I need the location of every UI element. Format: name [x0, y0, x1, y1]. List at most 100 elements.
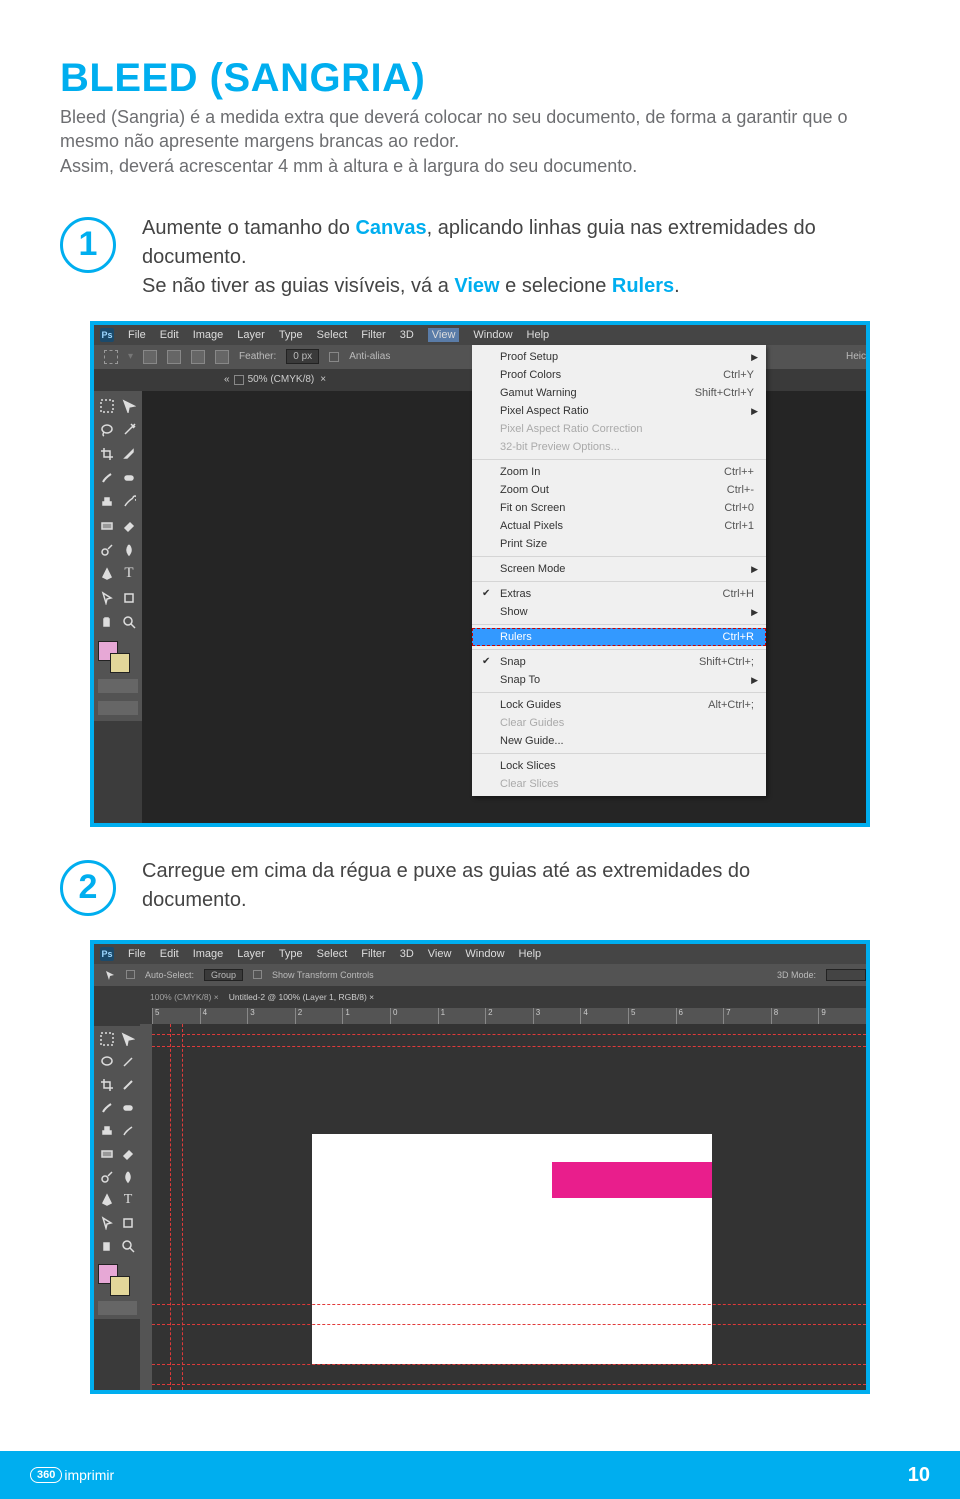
view-menu-item[interactable]: Print Size — [472, 535, 766, 553]
view-menu-item[interactable]: Gamut WarningShift+Ctrl+Y — [472, 384, 766, 402]
menu-layer[interactable]: Layer — [237, 948, 265, 960]
opt-icon[interactable] — [167, 350, 181, 364]
lasso-tool-icon[interactable] — [98, 421, 116, 439]
guide-horizontal[interactable] — [152, 1034, 866, 1035]
menu-type[interactable]: Type — [279, 329, 303, 341]
menu-select[interactable]: Select — [317, 948, 348, 960]
pen-tool-icon[interactable] — [98, 1191, 116, 1209]
marquee-icon[interactable] — [104, 350, 118, 364]
stamp-tool-icon[interactable] — [98, 1122, 116, 1140]
path-select-icon[interactable] — [98, 1214, 116, 1232]
guide-horizontal[interactable] — [152, 1304, 866, 1305]
guide-vertical[interactable] — [170, 1024, 171, 1390]
gradient-tool-icon[interactable] — [98, 517, 116, 535]
crop-tool-icon[interactable] — [98, 1076, 116, 1094]
pink-layer[interactable] — [552, 1162, 712, 1198]
view-menu-item[interactable]: RulersCtrl+R — [472, 628, 766, 646]
menu-help[interactable]: Help — [527, 329, 550, 341]
view-menu-item[interactable]: Proof ColorsCtrl+Y — [472, 366, 766, 384]
menu-filter[interactable]: Filter — [361, 329, 385, 341]
brush-tool-icon[interactable] — [98, 1099, 116, 1117]
blur-tool-icon[interactable] — [119, 1168, 137, 1186]
history-brush-icon[interactable] — [120, 493, 138, 511]
guide-vertical[interactable] — [182, 1024, 183, 1390]
view-menu-item[interactable]: Pixel Aspect Ratio▶ — [472, 402, 766, 420]
wand-tool-icon[interactable] — [120, 421, 138, 439]
quickmask-icon[interactable] — [98, 679, 138, 693]
zoom-tool-icon[interactable] — [119, 1237, 137, 1255]
view-menu-item[interactable]: Lock Slices — [472, 757, 766, 775]
menu-edit[interactable]: Edit — [160, 329, 179, 341]
hand-tool-icon[interactable] — [98, 1237, 116, 1255]
pen-tool-icon[interactable] — [98, 565, 116, 583]
guide-horizontal[interactable] — [152, 1364, 866, 1365]
document-tab[interactable]: 50% (CMYK/8) — [248, 374, 315, 385]
menu-window[interactable]: Window — [465, 948, 504, 960]
view-menu-item[interactable]: Proof Setup▶ — [472, 348, 766, 366]
view-menu-item[interactable]: SnapShift+Ctrl+; — [472, 653, 766, 671]
path-select-icon[interactable] — [98, 589, 116, 607]
color-swatches[interactable] — [98, 641, 130, 673]
eyedropper-tool-icon[interactable] — [120, 445, 138, 463]
view-menu-item[interactable]: Fit on ScreenCtrl+0 — [472, 499, 766, 517]
type-tool-icon[interactable]: T — [119, 1191, 137, 1209]
transform-checkbox[interactable] — [253, 970, 262, 979]
feather-input[interactable]: 0 px — [286, 349, 319, 364]
menu-view[interactable]: View — [428, 948, 452, 960]
view-menu-item[interactable]: ExtrasCtrl+H — [472, 585, 766, 603]
menu-file[interactable]: File — [128, 948, 146, 960]
opt-icon[interactable] — [143, 350, 157, 364]
vertical-ruler[interactable] — [140, 1024, 152, 1390]
view-menu-item[interactable]: Show▶ — [472, 603, 766, 621]
document-tab-1[interactable]: 100% (CMYK/8) × — [150, 992, 219, 1002]
healing-tool-icon[interactable] — [119, 1099, 137, 1117]
dodge-tool-icon[interactable] — [98, 541, 116, 559]
menu-window[interactable]: Window — [473, 329, 512, 341]
marquee-tool-icon[interactable] — [98, 1030, 116, 1048]
crop-tool-icon[interactable] — [98, 445, 116, 463]
view-menu-item[interactable]: Zoom OutCtrl+- — [472, 481, 766, 499]
menu-file[interactable]: File — [128, 329, 146, 341]
blur-tool-icon[interactable] — [120, 541, 138, 559]
type-tool-icon[interactable]: T — [120, 565, 138, 583]
screenmode-icon[interactable] — [98, 701, 138, 715]
view-menu-item[interactable]: Snap To▶ — [472, 671, 766, 689]
wand-tool-icon[interactable] — [119, 1053, 137, 1071]
eyedropper-tool-icon[interactable] — [119, 1076, 137, 1094]
brush-tool-icon[interactable] — [98, 469, 116, 487]
lasso-tool-icon[interactable] — [98, 1053, 116, 1071]
history-brush-icon[interactable] — [119, 1122, 137, 1140]
opt-icon[interactable] — [191, 350, 205, 364]
menu-3d[interactable]: 3D — [400, 329, 414, 341]
eraser-tool-icon[interactable] — [120, 517, 138, 535]
view-menu-item[interactable]: Zoom InCtrl++ — [472, 463, 766, 481]
menu-help[interactable]: Help — [519, 948, 542, 960]
dodge-tool-icon[interactable] — [98, 1168, 116, 1186]
view-menu-item[interactable]: Actual PixelsCtrl+1 — [472, 517, 766, 535]
view-menu-item[interactable]: Screen Mode▶ — [472, 560, 766, 578]
view-menu-item[interactable]: New Guide... — [472, 732, 766, 750]
view-menu-item[interactable]: Lock GuidesAlt+Ctrl+; — [472, 696, 766, 714]
eraser-tool-icon[interactable] — [119, 1145, 137, 1163]
menu-edit[interactable]: Edit — [160, 948, 179, 960]
guide-horizontal[interactable] — [152, 1046, 866, 1047]
color-swatches[interactable] — [98, 1264, 130, 1296]
menu-image[interactable]: Image — [193, 948, 224, 960]
horizontal-ruler[interactable]: 543210123456789 — [152, 1008, 866, 1024]
hand-tool-icon[interactable] — [98, 613, 116, 631]
move-tool-icon[interactable] — [119, 1030, 137, 1048]
guide-horizontal[interactable] — [152, 1384, 866, 1385]
antialias-checkbox[interactable] — [329, 352, 339, 362]
menu-select[interactable]: Select — [317, 329, 348, 341]
tab-close-icon[interactable]: × — [320, 374, 326, 385]
document-tab-2[interactable]: Untitled-2 @ 100% (Layer 1, RGB/8) × — [229, 992, 374, 1002]
opt-icon[interactable] — [215, 350, 229, 364]
menu-layer[interactable]: Layer — [237, 329, 265, 341]
zoom-tool-icon[interactable] — [120, 613, 138, 631]
stamp-tool-icon[interactable] — [98, 493, 116, 511]
menu-filter[interactable]: Filter — [361, 948, 385, 960]
autoselect-dropdown[interactable]: Group — [204, 969, 243, 981]
menu-view[interactable]: View — [428, 328, 460, 342]
gradient-tool-icon[interactable] — [98, 1145, 116, 1163]
menu-type[interactable]: Type — [279, 948, 303, 960]
